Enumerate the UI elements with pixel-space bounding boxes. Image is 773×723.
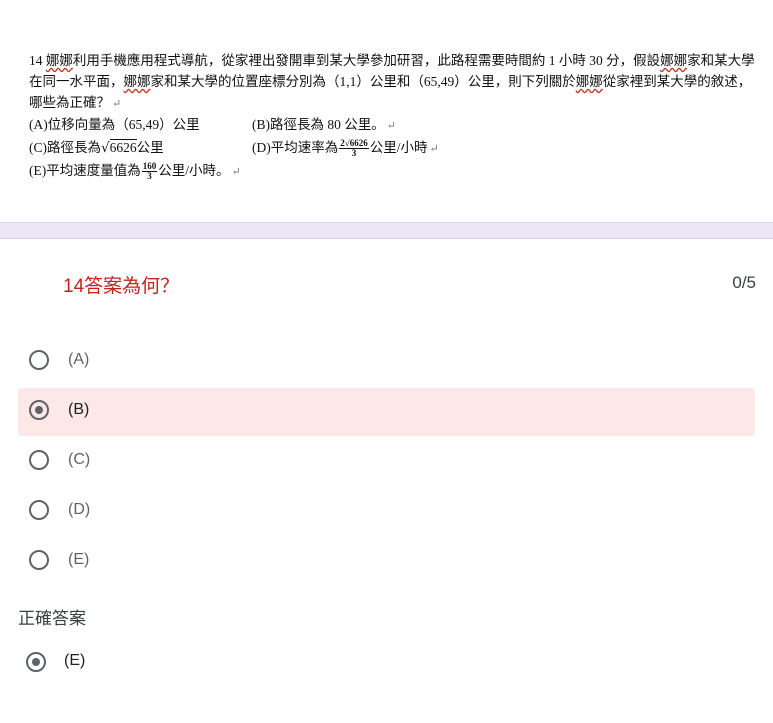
choice-label: (C) (68, 451, 91, 468)
name-underlined: 娜娜 (123, 74, 151, 89)
question-image: 14 娜娜利用手機應用程式導航，從家裡出發開車到某大學參加研習，此路程需要時間約… (0, 0, 773, 222)
radio-button-selected-icon[interactable] (29, 400, 49, 420)
choice-b[interactable]: (B) (18, 388, 755, 436)
choice-label: (A) (68, 351, 90, 368)
option-row-e: (E)平均速度量值為 160 3 公里/小時。 ↵ (29, 159, 241, 181)
choice-d[interactable]: (D) (18, 488, 755, 536)
name-underlined: 娜娜 (575, 74, 603, 89)
return-mark: ↵ (112, 98, 122, 110)
choice-e[interactable]: (E) (18, 538, 755, 586)
choice-label: (B) (68, 401, 90, 418)
option-e-text: (E)平均速度量值為 160 3 公里/小時。 ↵ (29, 161, 241, 182)
section-divider (0, 222, 773, 239)
choice-a[interactable]: (A) (18, 338, 755, 386)
radio-button-selected-icon (26, 652, 46, 672)
question-title: 14答案為何？ (63, 276, 180, 297)
correct-answer: (E) (18, 638, 318, 686)
correct-answer-heading: 正確答案 (18, 609, 86, 628)
name-underlined: 娜娜 (660, 53, 688, 68)
option-a-text: (A)位移向量為（65,49）公里 (29, 117, 200, 132)
radio-button-icon[interactable] (29, 500, 49, 520)
fraction: 160 3 (141, 161, 158, 182)
choice-c[interactable]: (C) (18, 438, 755, 486)
question-stem: 14 娜娜利用手機應用程式導航，從家裡出發開車到某大學參加研習，此路程需要時間約… (29, 53, 755, 110)
score-label: 0/5 (732, 273, 756, 292)
choice-label: (E) (68, 551, 90, 568)
fraction: 2√6626 3 (339, 138, 369, 159)
option-d-text: (D)平均速率為 2√6626 3 公里/小時 ↵ (252, 138, 439, 159)
radio-button-icon[interactable] (29, 550, 49, 570)
option-b-text: (B)路徑長為 80 公里。 ↵ (252, 117, 396, 132)
correct-answer-label: (E) (64, 652, 86, 669)
name-underlined: 娜娜 (45, 53, 73, 68)
radio-button-icon[interactable] (29, 450, 49, 470)
radio-button-icon[interactable] (29, 350, 49, 370)
option-c-text: (C)路徑長為√6626公里 (29, 139, 164, 156)
option-row-cd: (C)路徑長為√6626公里 (D)平均速率為 2√6626 3 公里/小時 ↵ (29, 136, 439, 158)
choice-label: (D) (68, 501, 91, 518)
option-row-ab: (A)位移向量為（65,49）公里 (B)路徑長為 80 公里。 ↵ (29, 113, 396, 135)
